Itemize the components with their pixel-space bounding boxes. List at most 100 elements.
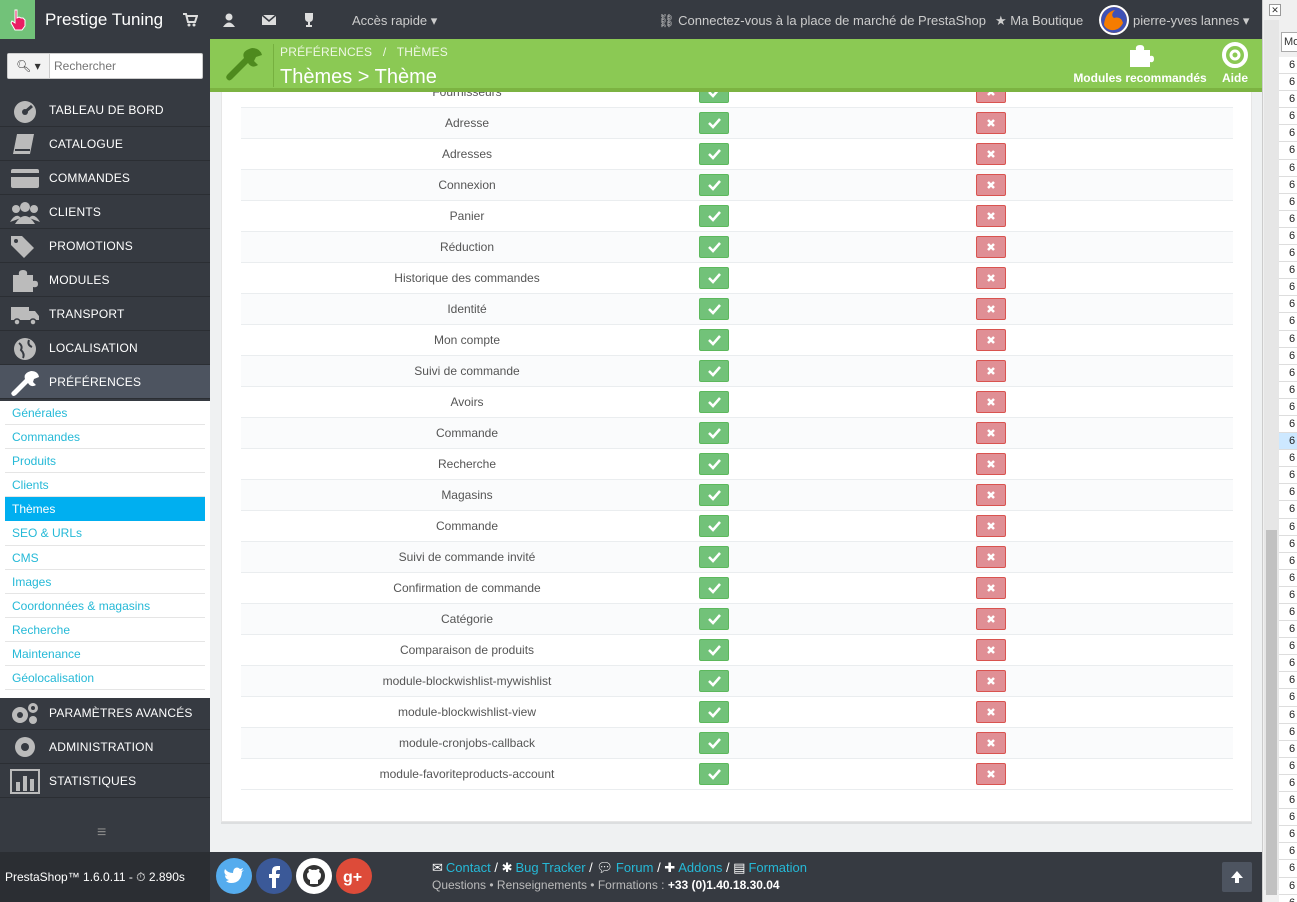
list-item[interactable]: 6 — [1279, 535, 1297, 553]
list-item[interactable]: 6 — [1279, 450, 1297, 468]
back-to-top-button[interactable] — [1222, 862, 1252, 892]
list-item[interactable]: 6 — [1279, 91, 1297, 109]
disable-button[interactable] — [976, 732, 1006, 754]
list-item[interactable]: 6 — [1279, 672, 1297, 690]
sidebar-item-paramètres-avancés[interactable]: PARAMÈTRES AVANCÉS — [0, 696, 210, 730]
list-item[interactable]: 6 — [1279, 809, 1297, 827]
list-item[interactable]: 6 — [1279, 860, 1297, 878]
disable-button[interactable] — [976, 298, 1006, 320]
close-icon[interactable]: ✕ — [1269, 4, 1281, 16]
twitter-button[interactable] — [216, 858, 252, 894]
github-button[interactable] — [296, 858, 332, 894]
list-item[interactable]: 6 — [1279, 655, 1297, 673]
help-button[interactable]: Aide — [1215, 42, 1255, 85]
list-item[interactable]: 6 — [1279, 57, 1297, 75]
footer-link-bug-tracker[interactable]: Bug Tracker — [515, 860, 585, 875]
list-item[interactable]: 6 — [1279, 227, 1297, 246]
enable-button[interactable] — [699, 701, 729, 723]
submenu-item[interactable]: Produits — [5, 449, 205, 474]
disable-button[interactable] — [976, 608, 1006, 630]
quick-access-dropdown[interactable]: Accès rapide ▾ — [352, 13, 437, 29]
enable-button[interactable] — [699, 639, 729, 661]
enable-button[interactable] — [699, 174, 729, 196]
submenu-item[interactable]: Générales — [5, 401, 205, 426]
submenu-item[interactable]: Coordonnées & magasins — [5, 594, 205, 618]
enable-button[interactable] — [699, 670, 729, 692]
disable-button[interactable] — [976, 92, 1006, 103]
list-item[interactable]: 6 — [1279, 296, 1297, 314]
list-item[interactable]: 6 — [1279, 586, 1297, 604]
list-item[interactable]: 6 — [1279, 176, 1297, 194]
list-item[interactable]: 6 — [1279, 108, 1297, 126]
disable-button[interactable] — [976, 670, 1006, 692]
list-item[interactable]: 6 — [1279, 826, 1297, 844]
footer-link-forum[interactable]: Forum — [616, 860, 654, 875]
enable-button[interactable] — [699, 236, 729, 258]
sidebar-item-tableau-de-bord[interactable]: TABLEAU DE BORD — [0, 93, 210, 127]
footer-link-addons[interactable]: Addons — [678, 860, 722, 875]
list-item[interactable]: 6 — [1279, 877, 1297, 895]
sidebar-item-localisation[interactable]: LOCALISATION — [0, 331, 210, 365]
enable-button[interactable] — [699, 143, 729, 165]
enable-button[interactable] — [699, 732, 729, 754]
enable-button[interactable] — [699, 453, 729, 475]
disable-button[interactable] — [976, 174, 1006, 196]
list-item[interactable]: 6 — [1279, 210, 1297, 228]
disable-button[interactable] — [976, 515, 1006, 537]
list-item[interactable]: 6 — [1279, 569, 1297, 587]
enable-button[interactable] — [699, 577, 729, 599]
list-item[interactable]: 6 — [1279, 467, 1297, 485]
submenu-item[interactable]: Thèmes — [5, 497, 205, 522]
my-shop-link[interactable]: ★ Ma Boutique — [995, 13, 1083, 29]
marketplace-link[interactable]: ⛓ Connectez-vous à la place de marché de… — [658, 13, 986, 29]
list-item[interactable]: 6 — [1279, 604, 1297, 622]
disable-button[interactable] — [976, 112, 1006, 134]
enable-button[interactable] — [699, 92, 729, 103]
list-item[interactable]: 6 — [1279, 398, 1297, 416]
list-item[interactable]: 6 — [1279, 843, 1297, 861]
scrollbar-thumb[interactable] — [1266, 530, 1277, 895]
enable-button[interactable] — [699, 298, 729, 320]
list-item[interactable]: 6 — [1279, 433, 1297, 451]
submenu-item[interactable]: Recherche — [5, 618, 205, 642]
list-item[interactable]: 6 — [1279, 552, 1297, 570]
sidebar-item-transport[interactable]: TRANSPORT — [0, 297, 210, 331]
enable-button[interactable] — [699, 205, 729, 227]
enable-button[interactable] — [699, 515, 729, 537]
search-type-button[interactable]: 🔍︎ ▾ — [8, 54, 50, 78]
user-icon[interactable] — [221, 12, 237, 28]
submenu-item[interactable]: SEO & URLs — [5, 521, 205, 546]
disable-button[interactable] — [976, 205, 1006, 227]
enable-button[interactable] — [699, 763, 729, 785]
list-item[interactable]: 6 — [1279, 245, 1297, 263]
disable-button[interactable] — [976, 453, 1006, 475]
list-item[interactable]: 6 — [1279, 142, 1297, 160]
disable-button[interactable] — [976, 639, 1006, 661]
search-input[interactable] — [54, 56, 199, 76]
sidebar-item-statistiques[interactable]: STATISTIQUES — [0, 764, 210, 798]
list-item[interactable]: 6 — [1279, 193, 1297, 211]
list-item[interactable]: 6 — [1279, 774, 1297, 793]
disable-button[interactable] — [976, 577, 1006, 599]
list-item[interactable]: 6 — [1279, 415, 1297, 434]
envelope-icon[interactable] — [261, 12, 277, 28]
enable-button[interactable] — [699, 484, 729, 506]
list-item[interactable]: 6 — [1279, 740, 1297, 758]
shop-name[interactable]: Prestige Tuning — [45, 10, 163, 30]
submenu-item[interactable]: Clients — [5, 473, 205, 498]
sidebar-item-préférences[interactable]: PRÉFÉRENCES — [0, 365, 210, 399]
disable-button[interactable] — [976, 329, 1006, 351]
submenu-item[interactable]: Maintenance — [5, 642, 205, 667]
list-item[interactable]: 6 — [1279, 757, 1297, 775]
google-plus-button[interactable]: g+ — [336, 858, 372, 894]
list-item[interactable]: 6 — [1279, 279, 1297, 297]
list-item[interactable]: 6 — [1279, 313, 1297, 331]
sidebar-item-commandes[interactable]: COMMANDES — [0, 161, 210, 195]
avatar[interactable] — [1099, 5, 1129, 35]
logo[interactable] — [0, 0, 35, 39]
sidebar-item-modules[interactable]: MODULES — [0, 263, 210, 297]
disable-button[interactable] — [976, 143, 1006, 165]
disable-button[interactable] — [976, 763, 1006, 785]
sidebar-item-catalogue[interactable]: CATALOGUE — [0, 127, 210, 161]
disable-button[interactable] — [976, 236, 1006, 258]
